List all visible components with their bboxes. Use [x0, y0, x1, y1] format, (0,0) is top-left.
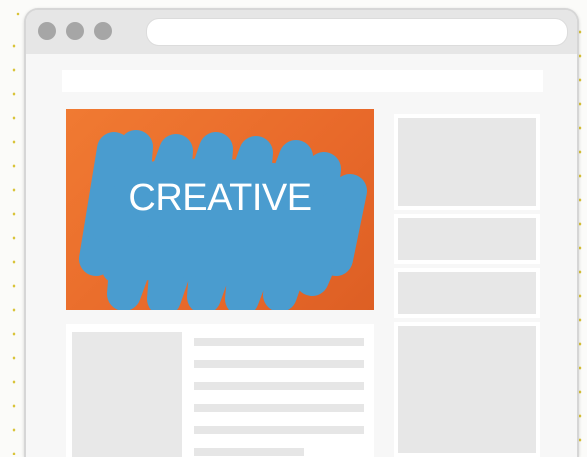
- text-line-placeholder: [194, 338, 364, 346]
- minimize-dot-icon[interactable]: [66, 22, 84, 40]
- page-content: CREATIVE: [26, 54, 577, 457]
- sidebar-card: [394, 322, 540, 457]
- article-panel: [66, 324, 374, 457]
- hero-banner[interactable]: CREATIVE: [66, 109, 374, 310]
- sidebar-card: [394, 114, 540, 210]
- browser-titlebar: [26, 10, 577, 54]
- guide-dots-left: [0, 30, 22, 455]
- address-bar[interactable]: [146, 18, 568, 46]
- maximize-dot-icon[interactable]: [94, 22, 112, 40]
- image-placeholder: [72, 332, 182, 457]
- text-line-placeholder: [194, 426, 364, 434]
- browser-window: CREATIVE: [24, 8, 579, 457]
- text-line-placeholder: [194, 404, 364, 412]
- text-line-placeholder: [194, 360, 364, 368]
- top-nav-placeholder: [62, 70, 543, 92]
- text-line-placeholder: [194, 382, 364, 390]
- close-dot-icon[interactable]: [38, 22, 56, 40]
- hero-label: CREATIVE: [128, 177, 312, 219]
- sidebar-card: [394, 268, 540, 318]
- sidebar-card: [394, 214, 540, 264]
